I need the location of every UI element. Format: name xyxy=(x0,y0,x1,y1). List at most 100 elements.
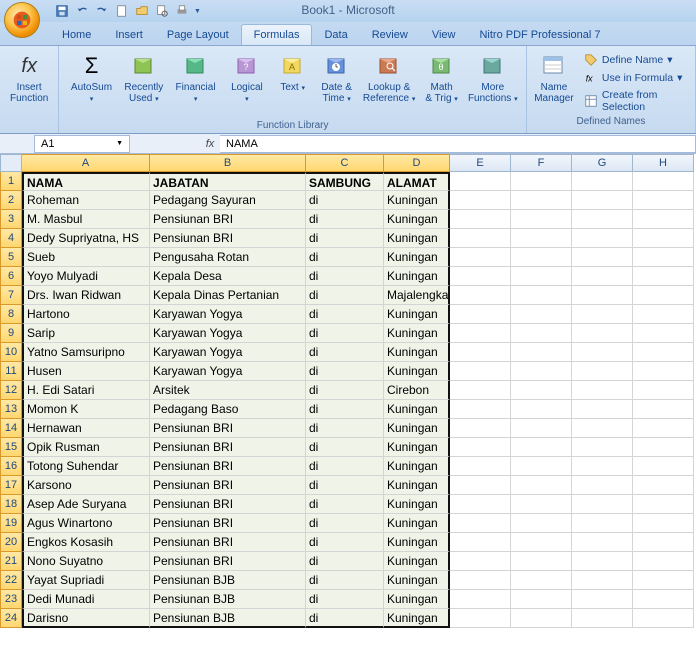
cell-F2[interactable] xyxy=(511,191,572,210)
cell-B11[interactable]: Karyawan Yogya xyxy=(150,362,306,381)
cell-H17[interactable] xyxy=(633,476,694,495)
cell-C3[interactable]: di xyxy=(306,210,384,229)
cell-B15[interactable]: Pensiunan BRI xyxy=(150,438,306,457)
cell-E14[interactable] xyxy=(450,419,511,438)
cell-B20[interactable]: Pensiunan BRI xyxy=(150,533,306,552)
cell-H7[interactable] xyxy=(633,286,694,305)
cell-B10[interactable]: Karyawan Yogya xyxy=(150,343,306,362)
cell-E4[interactable] xyxy=(450,229,511,248)
cell-G24[interactable] xyxy=(572,609,633,628)
cell-C12[interactable]: di xyxy=(306,381,384,400)
cell-G14[interactable] xyxy=(572,419,633,438)
cell-B19[interactable]: Pensiunan BRI xyxy=(150,514,306,533)
cell-A17[interactable]: Karsono xyxy=(22,476,150,495)
cell-A20[interactable]: Engkos Kosasih xyxy=(22,533,150,552)
cell-C7[interactable]: di xyxy=(306,286,384,305)
col-header-A[interactable]: A xyxy=(22,154,150,172)
cell-A3[interactable]: M. Masbul xyxy=(22,210,150,229)
row-header-2[interactable]: 2 xyxy=(0,191,22,210)
cell-F24[interactable] xyxy=(511,609,572,628)
cell-B16[interactable]: Pensiunan BRI xyxy=(150,457,306,476)
cell-B6[interactable]: Kepala Desa xyxy=(150,267,306,286)
cell-D1[interactable]: ALAMAT xyxy=(384,172,450,191)
cell-A6[interactable]: Yoyo Mulyadi xyxy=(22,267,150,286)
cell-D11[interactable]: Kuningan xyxy=(384,362,450,381)
cell-A10[interactable]: Yatno Samsuripno xyxy=(22,343,150,362)
cell-E22[interactable] xyxy=(450,571,511,590)
cell-H21[interactable] xyxy=(633,552,694,571)
cell-C6[interactable]: di xyxy=(306,267,384,286)
cell-F11[interactable] xyxy=(511,362,572,381)
cell-B9[interactable]: Karyawan Yogya xyxy=(150,324,306,343)
cell-C21[interactable]: di xyxy=(306,552,384,571)
cell-F23[interactable] xyxy=(511,590,572,609)
cell-F21[interactable] xyxy=(511,552,572,571)
cell-G4[interactable] xyxy=(572,229,633,248)
cell-D20[interactable]: Kuningan xyxy=(384,533,450,552)
cell-A11[interactable]: Husen xyxy=(22,362,150,381)
cell-E5[interactable] xyxy=(450,248,511,267)
cell-F15[interactable] xyxy=(511,438,572,457)
use-in-formula-button[interactable]: fx Use in Formula ▾ xyxy=(581,70,689,86)
cell-D9[interactable]: Kuningan xyxy=(384,324,450,343)
row-header-12[interactable]: 12 xyxy=(0,381,22,400)
cell-E24[interactable] xyxy=(450,609,511,628)
cell-F20[interactable] xyxy=(511,533,572,552)
row-header-14[interactable]: 14 xyxy=(0,419,22,438)
cell-B18[interactable]: Pensiunan BRI xyxy=(150,495,306,514)
cell-C14[interactable]: di xyxy=(306,419,384,438)
cell-C10[interactable]: di xyxy=(306,343,384,362)
cell-C24[interactable]: di xyxy=(306,609,384,628)
cell-B14[interactable]: Pensiunan BRI xyxy=(150,419,306,438)
row-header-13[interactable]: 13 xyxy=(0,400,22,419)
cell-D19[interactable]: Kuningan xyxy=(384,514,450,533)
cell-H2[interactable] xyxy=(633,191,694,210)
cell-E21[interactable] xyxy=(450,552,511,571)
cell-B8[interactable]: Karyawan Yogya xyxy=(150,305,306,324)
cell-E17[interactable] xyxy=(450,476,511,495)
row-header-21[interactable]: 21 xyxy=(0,552,22,571)
cell-G20[interactable] xyxy=(572,533,633,552)
cell-F12[interactable] xyxy=(511,381,572,400)
cell-C16[interactable]: di xyxy=(306,457,384,476)
cell-A15[interactable]: Opik Rusman xyxy=(22,438,150,457)
cell-H10[interactable] xyxy=(633,343,694,362)
cell-D12[interactable]: Cirebon xyxy=(384,381,450,400)
cell-F3[interactable] xyxy=(511,210,572,229)
row-header-4[interactable]: 4 xyxy=(0,229,22,248)
cell-G19[interactable] xyxy=(572,514,633,533)
cell-H3[interactable] xyxy=(633,210,694,229)
cell-D10[interactable]: Kuningan xyxy=(384,343,450,362)
financial-button[interactable]: Financial ▾ xyxy=(170,50,221,118)
cell-A24[interactable]: Darisno xyxy=(22,609,150,628)
cell-A2[interactable]: Roheman xyxy=(22,191,150,210)
cell-D16[interactable]: Kuningan xyxy=(384,457,450,476)
row-header-9[interactable]: 9 xyxy=(0,324,22,343)
cell-B5[interactable]: Pengusaha Rotan xyxy=(150,248,306,267)
cell-A18[interactable]: Asep Ade Suryana xyxy=(22,495,150,514)
cell-G7[interactable] xyxy=(572,286,633,305)
define-name-button[interactable]: Define Name ▾ xyxy=(581,52,689,68)
cell-C22[interactable]: di xyxy=(306,571,384,590)
cell-F10[interactable] xyxy=(511,343,572,362)
cell-E2[interactable] xyxy=(450,191,511,210)
tab-data[interactable]: Data xyxy=(312,25,359,45)
cell-B1[interactable]: JABATAN xyxy=(150,172,306,191)
cell-F8[interactable] xyxy=(511,305,572,324)
cell-G9[interactable] xyxy=(572,324,633,343)
cell-D24[interactable]: Kuningan xyxy=(384,609,450,628)
row-header-17[interactable]: 17 xyxy=(0,476,22,495)
cell-G13[interactable] xyxy=(572,400,633,419)
cell-B12[interactable]: Arsitek xyxy=(150,381,306,400)
cell-G10[interactable] xyxy=(572,343,633,362)
name-manager-button[interactable]: Name Manager xyxy=(533,50,575,114)
cell-B23[interactable]: Pensiunan BJB xyxy=(150,590,306,609)
cell-D6[interactable]: Kuningan xyxy=(384,267,450,286)
save-icon[interactable] xyxy=(54,3,70,19)
cell-A8[interactable]: Hartono xyxy=(22,305,150,324)
cell-C19[interactable]: di xyxy=(306,514,384,533)
cell-F1[interactable] xyxy=(511,172,572,191)
cell-D13[interactable]: Kuningan xyxy=(384,400,450,419)
cell-H23[interactable] xyxy=(633,590,694,609)
cell-H8[interactable] xyxy=(633,305,694,324)
